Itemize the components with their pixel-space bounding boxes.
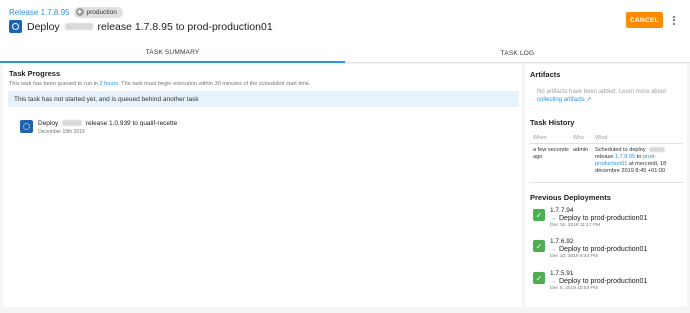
history-col-what: What (595, 135, 608, 141)
history-what: Scheduled to deploy release 1.7.8.95 to … (595, 147, 685, 175)
artifacts-heading: Artifacts (530, 70, 561, 79)
arrow-icon: → (550, 246, 557, 253)
queued-alert: This task has not started yet, and is qu… (8, 91, 519, 107)
queue-note-start: This task has been queued to run in (9, 81, 98, 87)
deployment-target: → Deploy to prod-production01 (550, 215, 647, 222)
collecting-artifacts-label: collecting artifacts (537, 97, 585, 103)
deploy-icon (9, 20, 22, 33)
page-title: Deploy release 1.7.8.95 to prod-producti… (27, 21, 273, 33)
history-what-release-word: release (595, 154, 614, 160)
collecting-artifacts-link[interactable]: collecting artifacts ↗ (537, 97, 591, 103)
previous-deployment-item[interactable]: ✓ 1.7.7.94 → Deploy to prod-production01 … (533, 207, 647, 228)
queued-task-item[interactable]: Deploy release 1.0.939 to qualif-recette… (20, 120, 177, 135)
queued-task-name: Deploy release 1.0.939 to qualif-recette (38, 120, 177, 127)
queue-time-link[interactable]: 2 hours (100, 81, 119, 87)
tab-bar: TASK SUMMARY TASK LOG (0, 44, 690, 63)
deployment-version: 1.7.7.94 (550, 207, 574, 214)
external-link-icon: ↗ (586, 97, 592, 103)
history-when: a few seconds ago (533, 147, 569, 160)
history-divider (530, 182, 683, 183)
history-col-when: When (533, 135, 547, 141)
history-who: admin (573, 147, 589, 153)
success-check-icon: ✓ (533, 240, 545, 252)
environment-chip: ◆ production (73, 6, 123, 18)
queued-task-suffix: release 1.0.939 to qualif-recette (85, 120, 178, 127)
more-options-icon[interactable] (670, 13, 678, 27)
cancel-button[interactable]: CANCEL (626, 12, 663, 28)
task-progress-heading: Task Progress (9, 69, 61, 78)
deployment-date: Dec 10, 2019 9:44 PM (550, 254, 598, 259)
artifacts-message: No artifacts have been added. Learn more… (537, 89, 667, 95)
artifacts-text: No artifacts have been added. Learn more… (537, 88, 685, 104)
deployment-target-label: Deploy to prod-production01 (559, 215, 648, 222)
task-history-heading: Task History (530, 118, 575, 127)
page-title-row: Deploy release 1.7.8.95 to prod-producti… (9, 20, 273, 33)
breadcrumb-release-link[interactable]: Release 1.7.8.95 (9, 8, 70, 17)
deployment-version: 1.7.5.91 (550, 270, 574, 277)
redacted-project-name (64, 23, 93, 31)
queue-note: This task has been queued to run in 2 ho… (9, 81, 519, 87)
deployment-date: Dec 16, 2019 11:17 PM (550, 223, 601, 228)
arrow-icon: → (550, 278, 557, 285)
queued-task-date: December 18th 2019 (38, 129, 85, 135)
history-divider (530, 143, 683, 144)
deployment-version: 1.7.6.92 (550, 238, 574, 245)
sidebar: Artifacts No artifacts have been added. … (525, 64, 687, 307)
title-suffix: release 1.7.8.95 to prod-production01 (97, 20, 273, 33)
title-prefix: Deploy (27, 20, 60, 33)
queued-spinner-icon (20, 120, 33, 133)
deployment-target-label: Deploy to prod-production01 (559, 278, 648, 285)
deployment-target: → Deploy to prod-production01 (550, 246, 647, 253)
environment-label: production (86, 8, 117, 16)
success-check-icon: ✓ (533, 209, 545, 221)
deployment-target-label: Deploy to prod-production01 (559, 246, 648, 253)
history-col-who: Who (573, 135, 584, 141)
tab-task-summary[interactable]: TASK SUMMARY (0, 44, 345, 63)
tab-task-log[interactable]: TASK LOG (345, 44, 690, 63)
success-check-icon: ✓ (533, 272, 545, 284)
queue-note-end: . The task must begin execution within 3… (118, 81, 311, 87)
redacted-project-name (649, 147, 666, 153)
previous-deployments-heading: Previous Deployments (530, 193, 611, 202)
redacted-project-name (62, 120, 83, 127)
queued-task-prefix: Deploy (38, 120, 59, 127)
breadcrumb: Release 1.7.8.95 ◆ production (9, 6, 123, 18)
previous-deployment-item[interactable]: ✓ 1.7.6.92 → Deploy to prod-production01 … (533, 238, 647, 259)
task-progress-panel: Task Progress This task has been queued … (3, 64, 522, 307)
history-release-link[interactable]: 1.7.8.95 (615, 154, 635, 160)
deployment-target: → Deploy to prod-production01 (550, 278, 647, 285)
history-what-start: Scheduled to deploy (595, 147, 646, 153)
history-what-to: to (636, 154, 642, 160)
environment-icon: ◆ (75, 8, 84, 16)
previous-deployment-item[interactable]: ✓ 1.7.5.91 → Deploy to prod-production01 … (533, 270, 647, 291)
deployment-date: Dec 8, 2019 10:53 PM (550, 286, 598, 291)
page-header: Release 1.7.8.95 ◆ production Deploy rel… (0, 0, 690, 44)
arrow-icon: → (550, 215, 557, 222)
